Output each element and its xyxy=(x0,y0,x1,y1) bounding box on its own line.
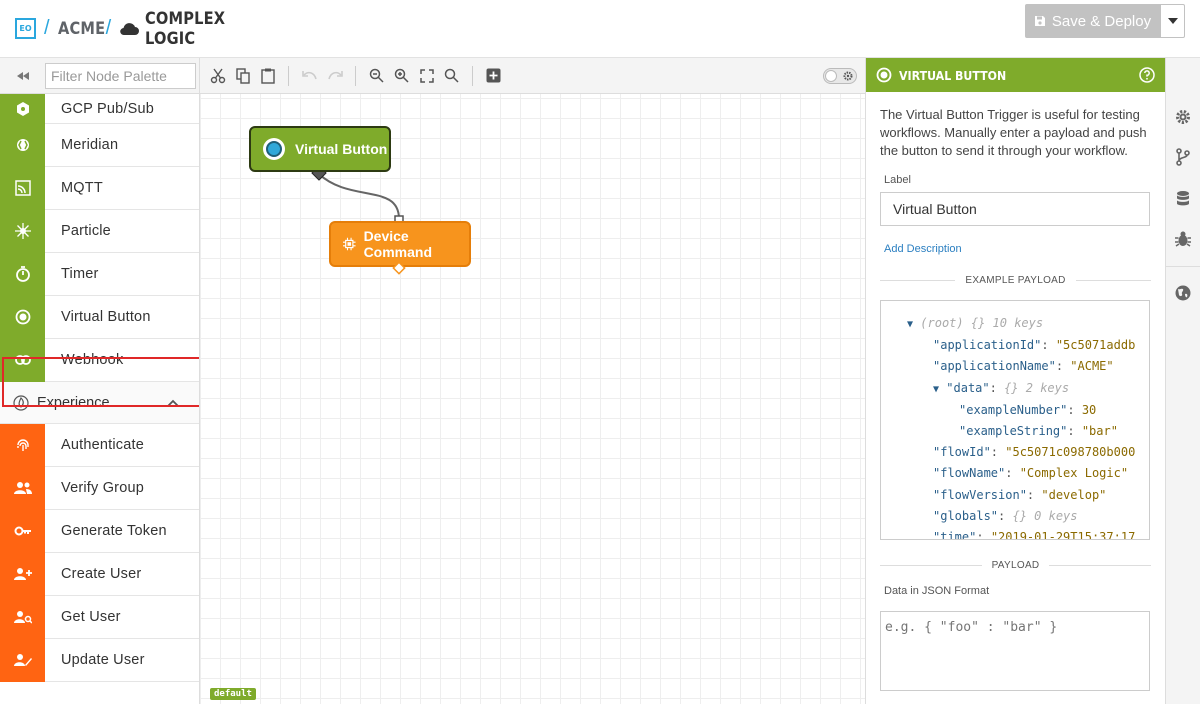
palette-node-update-user[interactable]: Update User xyxy=(0,638,199,682)
key-icon xyxy=(0,509,45,553)
flow-canvas[interactable]: Virtual Button Device Command default xyxy=(200,58,865,704)
json-row: "flowName": "Complex Logic" xyxy=(933,466,1129,481)
palette-node-authenticate[interactable]: Authenticate xyxy=(0,423,199,467)
json-row: "time": "2019-01-29T15:37:17 xyxy=(933,530,1136,540)
palette-node-label: Meridian xyxy=(61,137,119,153)
example-payload-heading: EXAMPLE PAYLOAD xyxy=(880,275,1151,286)
palette-node-label: Virtual Button xyxy=(61,309,151,325)
payload-json-textarea[interactable] xyxy=(880,611,1150,691)
json-root-row[interactable]: ▼ (root) {} 10 keys xyxy=(907,313,1149,335)
palette-node-label: Timer xyxy=(61,266,99,282)
meridian-icon xyxy=(0,123,45,167)
chip-icon xyxy=(343,237,356,251)
flow-node-label: Device Command xyxy=(363,228,433,260)
deploy-button-group: Save & Deploy xyxy=(1025,4,1185,38)
database-icon[interactable] xyxy=(1174,190,1192,208)
help-icon[interactable] xyxy=(1139,67,1155,83)
output-port-diamond[interactable] xyxy=(392,261,406,275)
stopwatch-icon xyxy=(0,252,45,296)
palette-node-label: Create User xyxy=(61,566,142,582)
particle-icon xyxy=(0,209,45,253)
palette-node-label: Update User xyxy=(61,652,145,668)
bug-icon[interactable] xyxy=(1174,230,1192,248)
mqtt-icon xyxy=(0,166,45,210)
panel-title: VIRTUAL BUTTON xyxy=(899,67,1007,83)
json-row-data[interactable]: ▼ "data": {} 2 keys xyxy=(907,378,1149,400)
palette-node-label: Generate Token xyxy=(61,523,167,539)
flow-version-tag: default xyxy=(210,688,256,700)
breadcrumb-separator: / xyxy=(105,17,112,39)
palette-node-gcp-pubsub[interactable]: GCP Pub/Sub xyxy=(0,93,199,124)
collapse-palette-button[interactable] xyxy=(0,58,45,94)
selection-highlight xyxy=(2,357,199,407)
right-icon-rail xyxy=(1165,58,1200,704)
save-icon xyxy=(1034,16,1045,26)
expand-triangle-icon: ▼ xyxy=(907,319,914,330)
breadcrumb-flow[interactable]: COMPLEX LOGIC xyxy=(145,9,248,49)
expand-triangle-icon: ▼ xyxy=(933,383,940,395)
payload-caption: Data in JSON Format xyxy=(884,585,990,597)
json-row: "exampleString": "bar" xyxy=(959,424,1118,439)
cloud-icon xyxy=(120,22,140,35)
node-label-input[interactable] xyxy=(880,192,1150,226)
example-payload-viewer[interactable]: ▼ (root) {} 10 keys "applicationId": "5c… xyxy=(880,300,1150,540)
palette-node-get-user[interactable]: Get User xyxy=(0,595,199,639)
hexagon-icon xyxy=(0,93,45,124)
save-deploy-button[interactable]: Save & Deploy xyxy=(1025,4,1160,38)
json-row: "applicationName": "ACME" xyxy=(933,359,1114,374)
palette-node-meridian[interactable]: Meridian xyxy=(0,123,199,167)
json-row: "exampleNumber": 30 xyxy=(959,402,1097,417)
caret-down-icon xyxy=(1167,18,1178,24)
node-config-panel: VIRTUAL BUTTON The Virtual Button Trigge… xyxy=(865,58,1165,704)
json-row: "flowVersion": "develop" xyxy=(933,487,1107,502)
user-search-icon xyxy=(0,595,45,639)
radio-button-icon xyxy=(263,138,285,160)
breadcrumb-separator: / xyxy=(44,17,50,39)
double-chevron-left-icon xyxy=(16,71,29,80)
palette-node-generate-token[interactable]: Generate Token xyxy=(0,509,199,553)
rail-divider xyxy=(1166,266,1200,267)
palette-node-create-user[interactable]: Create User xyxy=(0,552,199,596)
palette-node-label: Authenticate xyxy=(61,437,145,453)
palette-node-virtual-button[interactable]: Virtual Button xyxy=(0,295,199,339)
filter-node-palette-input[interactable] xyxy=(45,62,196,89)
save-deploy-label: Save & Deploy xyxy=(1051,12,1152,30)
branch-icon[interactable] xyxy=(1174,148,1192,166)
palette-header xyxy=(0,58,199,94)
flow-node-virtual-button[interactable]: Virtual Button xyxy=(249,126,391,172)
user-edit-icon xyxy=(0,638,45,682)
palette-node-label: Verify Group xyxy=(61,480,144,496)
label-caption: Label xyxy=(884,174,911,186)
panel-header: VIRTUAL BUTTON xyxy=(866,58,1165,92)
user-plus-icon xyxy=(0,552,45,596)
app-header: EO / ACME / COMPLEX LOGIC Save & Deploy xyxy=(0,0,1200,58)
palette-node-label: GCP Pub/Sub xyxy=(61,100,155,117)
breadcrumb-application[interactable]: ACME xyxy=(58,19,105,39)
palette-node-verify-group[interactable]: Verify Group xyxy=(0,466,199,510)
app-logo[interactable]: EO xyxy=(15,18,36,39)
palette-node-label: Particle xyxy=(61,223,111,239)
json-row: "applicationId": "5c5071addb xyxy=(933,338,1136,353)
json-row: "globals": {} 0 keys xyxy=(933,508,1078,523)
gear-icon[interactable] xyxy=(1174,108,1192,126)
flow-node-label: Virtual Button xyxy=(295,141,388,157)
payload-heading: PAYLOAD xyxy=(880,560,1151,571)
json-row: "flowId": "5c5071c098780b000 xyxy=(933,445,1136,460)
add-description-link[interactable]: Add Description xyxy=(884,243,1151,255)
node-description: The Virtual Button Trigger is useful for… xyxy=(880,107,1147,158)
palette-node-label: Get User xyxy=(61,609,121,625)
panel-body: The Virtual Button Trigger is useful for… xyxy=(866,92,1165,696)
users-icon xyxy=(0,466,45,510)
radio-button-icon xyxy=(876,67,892,83)
radio-button-icon xyxy=(0,295,45,339)
node-palette: GCP Pub/Sub Meridian MQTT Particle Timer… xyxy=(0,58,200,704)
deploy-options-button[interactable] xyxy=(1160,4,1185,38)
palette-node-timer[interactable]: Timer xyxy=(0,252,199,296)
palette-node-particle[interactable]: Particle xyxy=(0,209,199,253)
globe-icon[interactable] xyxy=(1174,284,1192,302)
fingerprint-icon xyxy=(0,423,45,467)
palette-node-label: MQTT xyxy=(61,180,103,196)
palette-node-mqtt[interactable]: MQTT xyxy=(0,166,199,210)
